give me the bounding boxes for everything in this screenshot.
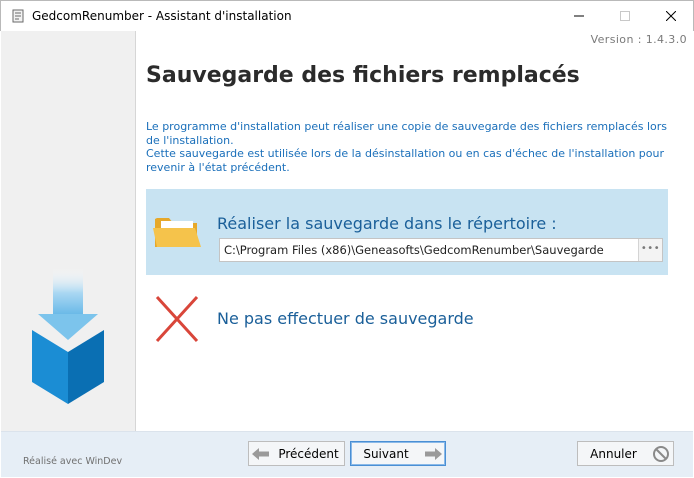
arrow-right-icon [421, 447, 445, 460]
previous-button-label: Précédent [278, 446, 339, 461]
footer-bar: Réalisé avec WinDev Précédent Suivant An… [1, 431, 693, 477]
arrow-left-icon [249, 447, 273, 460]
made-with-label: Réalisé avec WinDev [23, 456, 123, 467]
close-button[interactable] [648, 1, 694, 31]
backup-path-input[interactable] [220, 239, 638, 261]
minimize-icon [574, 15, 584, 17]
next-button-label: Suivant [363, 446, 409, 461]
description-line: Cette sauvegarde est utilisée lors de la… [146, 147, 664, 174]
close-icon [666, 11, 676, 21]
maximize-button[interactable] [602, 1, 648, 31]
backup-path-field: ••• [219, 238, 663, 262]
cross-icon [154, 294, 200, 348]
browse-button[interactable]: ••• [638, 239, 662, 261]
no-backup-option-label: Ne pas effectuer de sauvegarde [217, 309, 474, 328]
sidebar [1, 31, 136, 431]
backup-option[interactable]: Réaliser la sauvegarde dans le répertoir… [146, 189, 668, 275]
window-title: GedcomRenumber - Assistant d'installatio… [32, 9, 292, 23]
page-description: Le programme d'installation peut réalise… [146, 120, 676, 174]
next-button[interactable]: Suivant [350, 441, 446, 466]
main-content: Version : 1.4.3.0 Sauvegarde des fichier… [137, 31, 693, 431]
app-icon [10, 8, 26, 24]
no-backup-option[interactable]: Ne pas effectuer de sauvegarde [146, 289, 668, 351]
backup-option-label: Réaliser la sauvegarde dans le répertoir… [217, 214, 557, 233]
version-label: Version : 1.4.3.0 [590, 33, 687, 46]
title-bar: GedcomRenumber - Assistant d'installatio… [0, 0, 694, 31]
cancel-icon [649, 445, 673, 463]
description-line: Le programme d'installation peut réalise… [146, 120, 668, 147]
folder-icon [153, 213, 203, 255]
page-title: Sauvegarde des fichiers remplacés [146, 63, 580, 88]
previous-button[interactable]: Précédent [248, 441, 345, 466]
cancel-button[interactable]: Annuler [577, 441, 674, 466]
cancel-button-label: Annuler [590, 446, 637, 461]
install-box-icon [29, 268, 107, 408]
minimize-button[interactable] [556, 1, 602, 31]
maximize-icon [620, 11, 630, 21]
